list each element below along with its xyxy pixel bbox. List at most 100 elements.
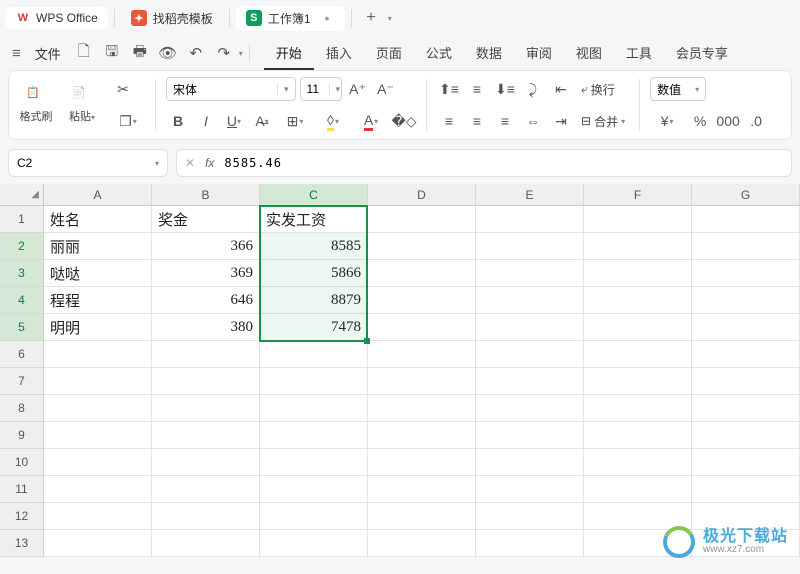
tab-tools[interactable]: 工具 xyxy=(614,37,664,70)
cell[interactable] xyxy=(260,503,368,530)
tab-insert[interactable]: 插入 xyxy=(314,37,364,70)
cell[interactable] xyxy=(476,287,584,314)
cell[interactable] xyxy=(692,314,800,341)
copy-icon[interactable]: ❐▾ xyxy=(111,109,145,133)
row-header[interactable]: 1 xyxy=(0,206,44,233)
row-header[interactable]: 13 xyxy=(0,530,44,557)
font-size-input[interactable] xyxy=(301,82,329,96)
cell[interactable] xyxy=(368,233,476,260)
indent-right-icon[interactable]: ⇥ xyxy=(549,109,573,133)
cell[interactable] xyxy=(584,341,692,368)
cell[interactable] xyxy=(368,395,476,422)
increase-font-icon[interactable]: A⁺ xyxy=(346,77,370,101)
cell[interactable] xyxy=(584,314,692,341)
cell[interactable] xyxy=(584,233,692,260)
cell[interactable] xyxy=(152,503,260,530)
cell[interactable] xyxy=(584,449,692,476)
comma-icon[interactable]: 000 xyxy=(716,109,740,133)
number-format-select[interactable]: 数值 ▾ xyxy=(650,77,706,101)
cell[interactable]: 646 xyxy=(152,287,260,314)
cell[interactable] xyxy=(260,476,368,503)
cell[interactable] xyxy=(260,449,368,476)
font-name-select[interactable]: ▾ xyxy=(166,77,296,101)
cell[interactable] xyxy=(584,476,692,503)
cell[interactable] xyxy=(476,449,584,476)
indent-left-icon[interactable]: ⇤ xyxy=(549,77,573,101)
select-all-corner[interactable]: ◢ xyxy=(0,184,44,206)
cell[interactable] xyxy=(692,233,800,260)
cell[interactable] xyxy=(152,341,260,368)
spreadsheet-grid[interactable]: ◢ ABCDEFG 12345678910111213 姓名奖金实发工资丽丽36… xyxy=(0,184,800,557)
cell[interactable] xyxy=(368,503,476,530)
column-header[interactable]: E xyxy=(476,184,584,206)
tab-workbook[interactable]: S 工作簿1 • xyxy=(236,6,346,31)
new-tab-button[interactable]: + xyxy=(358,9,383,27)
cell[interactable] xyxy=(692,341,800,368)
column-header[interactable]: D xyxy=(368,184,476,206)
tab-review[interactable]: 审阅 xyxy=(514,37,564,70)
strike-icon[interactable]: A̶▾ xyxy=(250,109,274,133)
cell[interactable] xyxy=(260,341,368,368)
cell[interactable] xyxy=(476,314,584,341)
cell[interactable]: 奖金 xyxy=(152,206,260,233)
app-tab-main[interactable]: W WPS Office xyxy=(6,7,108,29)
cell[interactable] xyxy=(476,530,584,557)
cell[interactable] xyxy=(476,422,584,449)
cell[interactable] xyxy=(152,449,260,476)
percent-icon[interactable]: % xyxy=(688,109,712,133)
cell[interactable] xyxy=(584,260,692,287)
column-header[interactable]: F xyxy=(584,184,692,206)
cell[interactable] xyxy=(476,233,584,260)
save-icon[interactable]: 🖫 xyxy=(99,40,125,66)
tab-list-caret[interactable]: ▾ xyxy=(388,14,392,23)
column-header[interactable]: C xyxy=(260,184,368,206)
redo-icon[interactable]: ↷ xyxy=(211,40,237,66)
formula-input-area[interactable]: ✕ fx 8585.46 xyxy=(176,149,792,177)
chevron-down-icon[interactable]: ▾ xyxy=(329,84,347,95)
row-header[interactable]: 12 xyxy=(0,503,44,530)
align-top-icon[interactable]: ⬆≡ xyxy=(437,77,461,101)
cell[interactable] xyxy=(368,260,476,287)
chevron-down-icon[interactable]: ▾ xyxy=(155,159,159,168)
cell[interactable] xyxy=(44,476,152,503)
cell[interactable]: 实发工资 xyxy=(260,206,368,233)
cell[interactable] xyxy=(584,287,692,314)
cell[interactable] xyxy=(44,503,152,530)
cell[interactable] xyxy=(260,422,368,449)
row-header[interactable]: 3 xyxy=(0,260,44,287)
cell[interactable]: 8879 xyxy=(260,287,368,314)
cell[interactable] xyxy=(44,530,152,557)
tab-view[interactable]: 视图 xyxy=(564,37,614,70)
cell[interactable] xyxy=(584,395,692,422)
cell[interactable] xyxy=(44,368,152,395)
format-brush-button[interactable]: 📋 格式刷 xyxy=(15,75,57,135)
chevron-down-icon[interactable]: ▾ xyxy=(277,84,295,95)
clear-format-icon[interactable]: �◇ xyxy=(392,109,416,133)
cell[interactable] xyxy=(368,422,476,449)
cell[interactable] xyxy=(476,368,584,395)
cell[interactable] xyxy=(476,206,584,233)
font-size-select[interactable]: ▾ xyxy=(300,77,342,101)
cell[interactable]: 哒哒 xyxy=(44,260,152,287)
font-name-input[interactable] xyxy=(167,82,277,96)
cell[interactable] xyxy=(44,422,152,449)
currency-icon[interactable]: ¥▾ xyxy=(650,109,684,133)
cell[interactable] xyxy=(692,422,800,449)
cell[interactable] xyxy=(584,422,692,449)
cell[interactable]: 7478 xyxy=(260,314,368,341)
cell[interactable]: 姓名 xyxy=(44,206,152,233)
font-color-icon[interactable]: A▾ xyxy=(354,109,388,133)
align-center-icon[interactable]: ≡ xyxy=(465,109,489,133)
decrease-decimal-icon[interactable]: .0 xyxy=(744,109,768,133)
cell[interactable] xyxy=(476,395,584,422)
cell[interactable] xyxy=(584,368,692,395)
row-header[interactable]: 8 xyxy=(0,395,44,422)
tab-page[interactable]: 页面 xyxy=(364,37,414,70)
name-box[interactable]: C2 ▾ xyxy=(8,149,168,177)
cell[interactable] xyxy=(368,476,476,503)
cell[interactable] xyxy=(476,476,584,503)
cell[interactable] xyxy=(368,341,476,368)
menu-file[interactable]: 文件 xyxy=(27,44,69,63)
row-header[interactable]: 11 xyxy=(0,476,44,503)
cell[interactable]: 明明 xyxy=(44,314,152,341)
